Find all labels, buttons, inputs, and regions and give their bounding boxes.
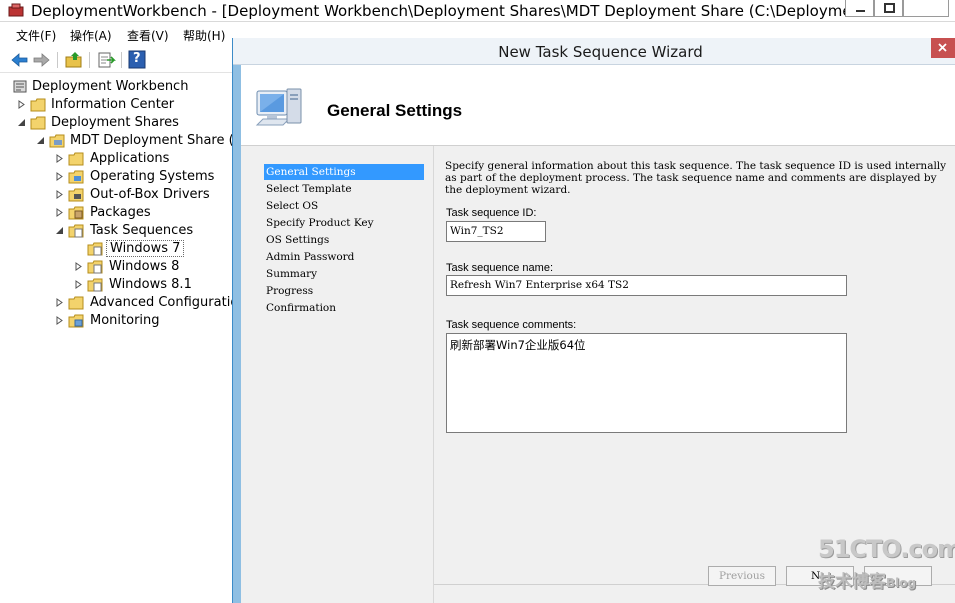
menu-bar: 文件(F) 操作(A) 查看(V) 帮助(H) [0,25,232,45]
tree-label-operating-systems: Operating Systems [90,169,215,184]
wizard-description: Specify general information about this t… [445,160,947,196]
menu-action[interactable]: 操作(A) [70,27,112,44]
computer-icon [255,88,302,126]
wizard-frame-border [233,65,241,603]
folder-icon [30,98,46,112]
minimize-button[interactable] [845,0,874,17]
wizard-step-admin-password[interactable]: Admin Password [264,249,424,265]
folder-icon [87,242,103,256]
wizard-title: New Task Sequence Wizard [498,43,703,61]
folder-open-icon [30,116,46,130]
share-folder-icon [49,134,65,148]
watermark-subtitle: 技术博客Blog [818,567,916,592]
task-sequence-comments-label: Task sequence comments: [446,319,577,331]
toolbar-separator [121,52,122,68]
tree-label-advanced-configuration: Advanced Configuration [90,295,232,310]
wizard-content: Specify general information about this t… [445,160,950,196]
folder-icon [68,224,84,238]
expand-arrow-icon[interactable] [55,154,64,163]
folder-icon [68,314,84,328]
expand-arrow-icon[interactable] [55,316,64,325]
tree-label-task-sequences: Task Sequences [90,223,194,238]
tree-label-windows8: Windows 8 [109,259,180,274]
folder-icon [68,152,84,166]
folder-icon [87,278,103,292]
up-folder-icon [65,52,82,68]
expand-arrow-icon[interactable] [74,262,83,271]
wizard-step-confirmation[interactable]: Confirmation [264,300,424,316]
task-sequence-name-label: Task sequence name: [446,262,554,274]
tree-label-information-center: Information Center [51,97,175,112]
folder-icon [68,188,84,202]
main-close-button[interactable] [903,0,949,17]
toolbar-separator [89,52,90,68]
tree-label-deployment-shares: Deployment Shares [51,115,179,130]
navigation-tree: Deployment Workbench Information Center … [0,76,232,603]
window-title: DeploymentWorkbench - [Deployment Workbe… [31,2,882,20]
back-button[interactable] [9,50,29,70]
expand-arrow-icon[interactable] [55,208,64,217]
previous-button[interactable]: Previous [708,566,776,586]
back-arrow-icon [11,53,28,67]
wizard-step-select-template[interactable]: Select Template [264,181,424,197]
watermark-blog: Blog [886,576,917,590]
folder-icon [87,260,103,274]
task-sequence-id-label: Task sequence ID: [446,207,537,219]
folder-icon [68,296,84,310]
expand-arrow-icon[interactable] [17,100,26,109]
folder-icon [68,206,84,220]
toolbar-separator [57,52,58,68]
wizard-step-general-settings[interactable]: General Settings [264,164,424,180]
watermark-chinese: 技术博客 [818,572,886,592]
main-title-bar[interactable]: DeploymentWorkbench - [Deployment Workbe… [0,0,955,22]
collapse-arrow-icon[interactable] [55,226,64,235]
maximize-icon [884,3,895,13]
workbench-app-icon [8,3,24,17]
tree-label-drivers: Out-of-Box Drivers [90,187,210,202]
tree-label-monitoring: Monitoring [90,313,160,328]
wizard-step-os-settings[interactable]: OS Settings [264,232,424,248]
close-icon [938,43,947,52]
collapse-arrow-icon[interactable] [36,136,45,145]
tree-label-root: Deployment Workbench [32,79,189,94]
wizard-step-product-key[interactable]: Specify Product Key [264,215,424,231]
tree-label-mdt-share: MDT Deployment Share (C:\ [70,133,232,148]
menu-view[interactable]: 查看(V) [127,27,169,44]
forward-button[interactable] [32,50,52,70]
tree-label-applications: Applications [90,151,170,166]
toolbar: ? [0,47,232,73]
wizard-step-summary[interactable]: Summary [264,266,424,282]
forward-arrow-icon [33,53,50,67]
maximize-button[interactable] [874,0,903,17]
minimize-icon [856,10,865,12]
help-glyph: ? [133,51,141,66]
wizard-step-select-os[interactable]: Select OS [264,198,424,214]
expand-arrow-icon[interactable] [74,280,83,289]
export-list-button[interactable] [96,50,116,70]
up-level-button[interactable] [64,50,84,70]
wizard-title-bar[interactable]: New Task Sequence Wizard [233,38,955,65]
task-sequence-comments-textarea[interactable]: 刷新部署Win7企业版64位 [446,333,847,433]
tree-label-windows81: Windows 8.1 [109,277,192,292]
folder-icon [68,170,84,184]
wizard-step-list: General Settings Select Template Select … [241,146,434,603]
wizard-step-progress[interactable]: Progress [264,283,424,299]
export-list-icon [98,52,116,68]
task-sequence-id-input[interactable]: Win7_TS2 [446,221,546,242]
wizard-page-heading: General Settings [327,101,463,120]
menu-file[interactable]: 文件(F) [16,27,56,44]
menu-help[interactable]: 帮助(H) [183,27,225,44]
help-button[interactable]: ? [128,50,148,70]
task-sequence-name-input[interactable]: Refresh Win7 Enterprise x64 TS2 [446,275,847,296]
watermark-logo: 51CTO.com [818,535,955,563]
expand-arrow-icon[interactable] [55,190,64,199]
tree-label-windows7: Windows 7 [106,240,185,257]
new-task-sequence-wizard: New Task Sequence Wizard General Setting… [232,38,955,603]
wizard-close-button[interactable] [931,38,955,58]
expand-arrow-icon[interactable] [55,298,64,307]
workbench-root-icon [13,80,27,93]
expand-arrow-icon[interactable] [55,172,64,181]
collapse-arrow-icon[interactable] [17,118,26,127]
tree-label-packages: Packages [90,205,151,220]
